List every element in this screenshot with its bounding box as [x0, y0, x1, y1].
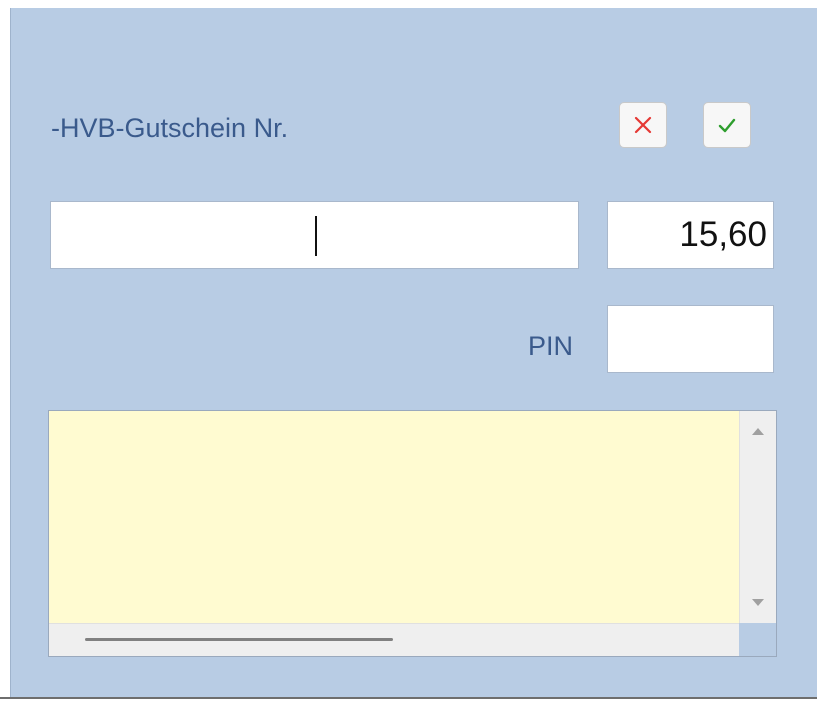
vertical-scrollbar[interactable] — [739, 411, 776, 623]
memo-box — [48, 410, 777, 657]
pin-label: PIN — [528, 331, 574, 361]
cancel-button[interactable] — [619, 102, 667, 148]
scroll-up-arrow-icon[interactable] — [752, 428, 764, 435]
horizontal-scrollbar[interactable] — [49, 623, 739, 656]
checkmark-icon — [718, 118, 736, 133]
text-caret — [315, 216, 317, 256]
dialog-title: -HVB-Gutschein Nr. — [51, 113, 289, 143]
scroll-down-arrow-icon[interactable] — [752, 599, 764, 606]
window-bottom-edge — [0, 697, 817, 706]
close-x-icon — [634, 116, 652, 134]
confirm-button[interactable] — [703, 102, 751, 148]
amount-field[interactable]: 15,60 — [607, 201, 774, 269]
memo-textarea[interactable] — [49, 411, 739, 623]
window-frame: -HVB-Gutschein Nr. 15,60 PIN — [0, 0, 817, 706]
horizontal-scroll-thumb[interactable] — [85, 638, 393, 641]
pin-input[interactable] — [607, 305, 774, 373]
voucher-number-input[interactable] — [50, 201, 579, 269]
scrollbar-corner — [739, 623, 776, 656]
